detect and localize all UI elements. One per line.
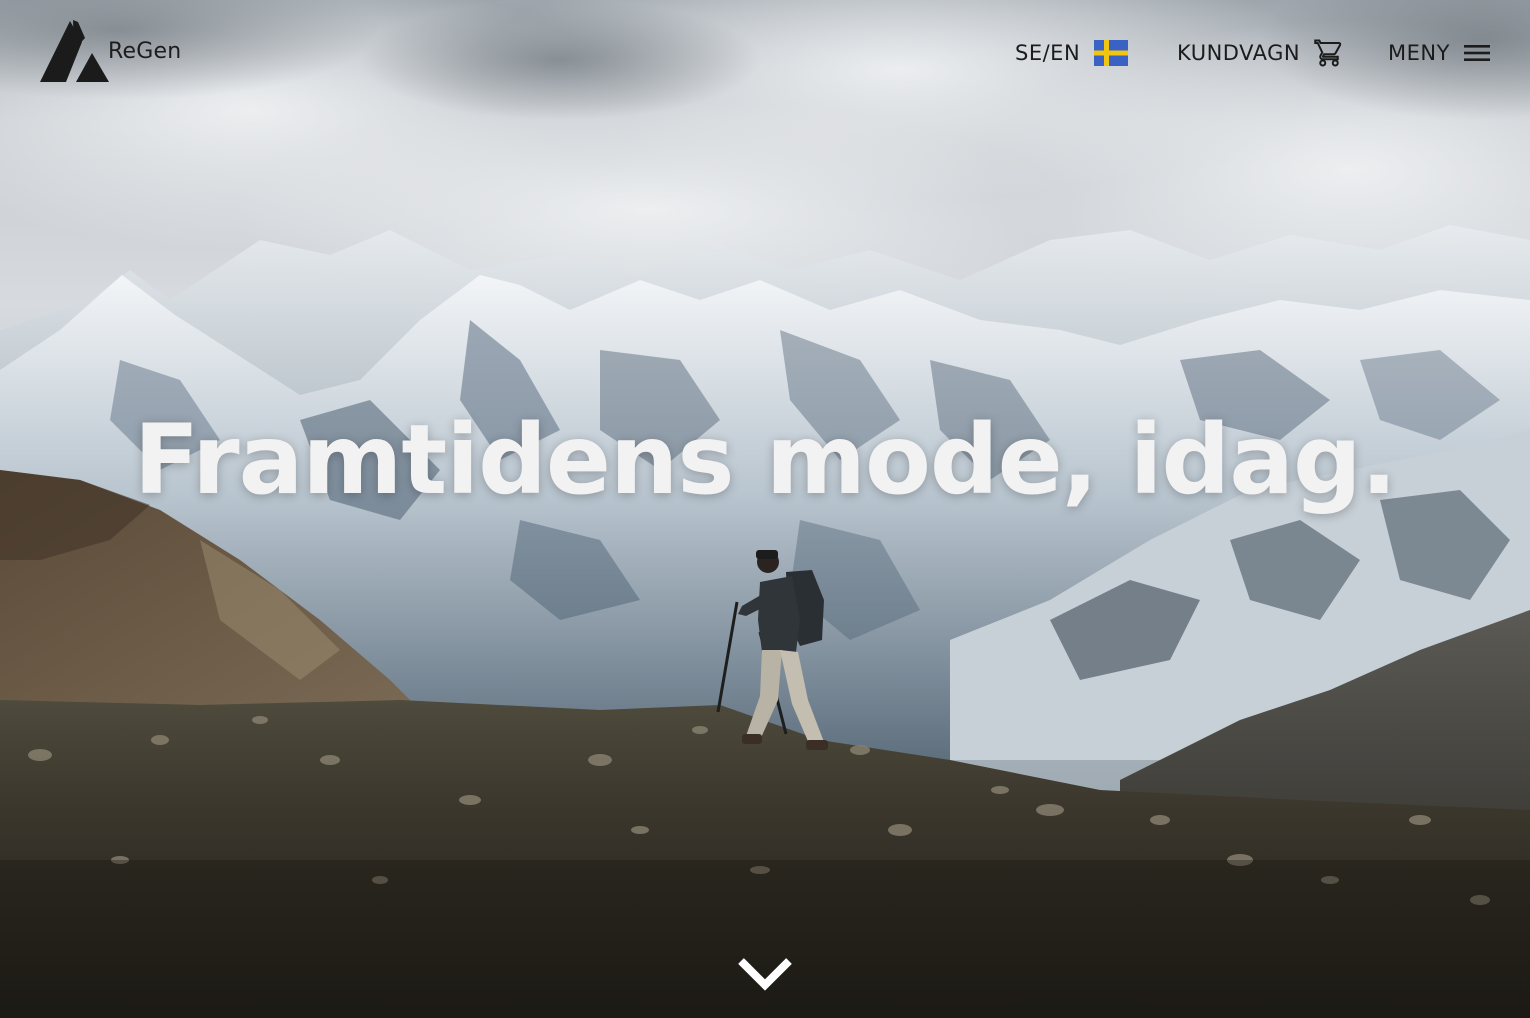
hero-section: ReGen SE/EN KUNDVAGN MENY Framtidens mod… bbox=[0, 0, 1530, 1018]
menu-label: MENY bbox=[1388, 41, 1450, 65]
mountain-triangle-logo-icon bbox=[40, 20, 109, 82]
language-label: SE/EN bbox=[1015, 41, 1081, 65]
hero-headline: Framtidens mode, idag. bbox=[133, 404, 1397, 516]
hamburger-menu-icon bbox=[1463, 45, 1490, 61]
brand-name: ReGen bbox=[108, 39, 182, 64]
shopping-cart-icon bbox=[1314, 39, 1342, 67]
cart-label: KUNDVAGN bbox=[1177, 41, 1301, 65]
chevron-down-icon[interactable] bbox=[736, 955, 794, 993]
menu-button[interactable]: MENY bbox=[1388, 36, 1490, 70]
brand-logo[interactable]: ReGen bbox=[40, 20, 181, 84]
cart-link[interactable]: KUNDVAGN bbox=[1177, 36, 1344, 70]
site-header: ReGen SE/EN KUNDVAGN MENY bbox=[0, 0, 1530, 110]
language-switch[interactable]: SE/EN bbox=[1015, 36, 1129, 70]
sweden-flag-icon bbox=[1094, 40, 1129, 66]
